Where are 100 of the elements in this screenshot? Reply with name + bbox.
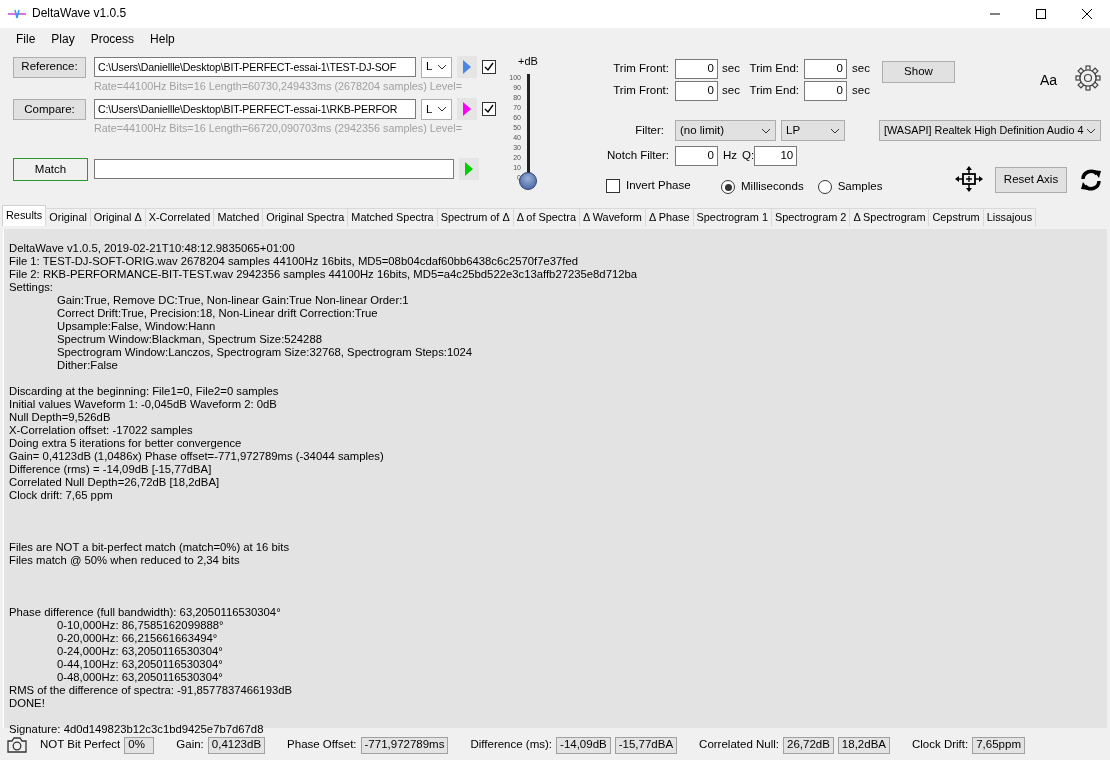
trim-label: Trim End: [748,61,800,76]
volume-thumb[interactable] [519,172,537,190]
result-line: Initial values Waveform 1: -0,045dB Waveform 2: 0dB [9,398,278,411]
status-value: -14,09dB [556,736,611,754]
trim-label: Trim Front: [612,61,670,76]
tab[interactable]: Results [2,205,47,226]
tab[interactable]: Spectrogram 1 [692,208,772,226]
checkbox[interactable] [482,60,496,74]
notch-field[interactable]: 0 [675,146,718,166]
tab[interactable]: Δ Spectrogram [849,208,930,226]
refresh-icon[interactable] [1079,167,1103,193]
file-button[interactable]: Reference: [13,56,86,78]
tab[interactable]: Spectrum of Δ [436,208,514,226]
result-line: X-Correlation offset: -17022 samples [9,424,194,437]
result-line: DeltaWave v1.0.5, 2019-02-21T10:48:12.9835065+01:00 [9,242,296,255]
unit-label: sec [852,83,870,98]
settings-icon[interactable] [1075,65,1101,91]
path-field[interactable]: C:\Users\Daniellle\Desktop\BIT-PERFECT-essai-1\RKB-PERFOR [94,99,416,120]
menu-item[interactable]: Play [43,31,83,49]
tab[interactable]: Original Δ [89,208,146,226]
trim-field[interactable]: 0 [675,80,718,101]
result-line: DONE! [9,697,46,710]
result-line: Files match @ 50% when reduced to 2,34 bits [9,554,241,567]
status-value: 26,72dB [783,736,834,754]
status-value: 18,2dBA [837,736,890,754]
maximize-icon[interactable] [1036,9,1046,19]
channel-select[interactable]: L [421,56,452,78]
radio-button[interactable] [817,180,832,194]
filter-label: Filter: [634,123,665,138]
caret-icon [437,64,447,70]
tab[interactable]: Spectrogram 2 [770,208,851,226]
reset-axis-button[interactable]: Reset Axis [995,167,1067,193]
checkbox[interactable] [482,102,496,117]
status-label: Clock Drift: [912,738,969,752]
caret-icon [1086,127,1096,134]
result-line: Upsample:False, Window:Hann [56,320,217,333]
show-button[interactable]: Show [882,61,955,83]
result-line: Signature: 4d0d149823b12c3c1bd9425e7b7d67d8 [9,723,265,736]
notch-label: Notch Filter: [606,149,670,163]
tab[interactable]: Original Spectra [262,208,349,226]
result-line: 0-44,100Hz: 63,2050116530304° [56,658,224,671]
font-button[interactable]: Aa [1040,72,1058,89]
close-icon[interactable] [1082,9,1092,19]
result-line: Gain:True, Remove DC:True, Non-linear Gain:True Non-linear Order:1 [56,294,410,307]
result-line: Discarding at the beginning: File1=0, File2=0 samples [9,385,280,398]
file-button[interactable]: Compare: [13,98,86,120]
volume-label: +dB [518,55,538,68]
match-field[interactable] [94,159,454,180]
move-icon[interactable] [954,165,984,193]
status-label: Gain: [176,738,204,752]
status-label: Correlated Null: [699,738,779,752]
play-icon[interactable] [462,101,472,118]
checkbox[interactable] [606,179,620,193]
status-value: 0,4123dB [207,736,266,754]
caret-icon [830,127,840,134]
trim-field[interactable]: 0 [675,58,718,79]
trim-label: Trim End: [748,83,800,98]
unit-label: sec [852,61,870,76]
status-value: 0% [124,736,155,754]
tab[interactable]: Matched Spectra [347,208,438,226]
radio-button[interactable] [721,180,735,194]
result-line: 0-10,000Hz: 86,7585162099888° [56,619,225,632]
result-line: 0-48,000Hz: 63,2050116530304° [56,671,224,684]
result-line: File 1: TEST-DJ-SOFT-ORIG.wav 2678204 samples 44100Hz 16bits, MD5=08b04cdaf60bb6438c6c2570f7e37fed [9,255,580,268]
tab[interactable]: Lissajous [982,208,1037,226]
filter-type-select[interactable]: LP [781,120,845,141]
app-logo-icon [8,9,26,19]
camera-icon[interactable] [6,736,28,754]
file-info: Rate=44100Hz Bits=16 Length=66720,090703ms (2942356 samples) Level= [94,122,462,135]
result-line: Difference (rms) = -14,09dB [-15,77dBA] [9,463,213,476]
filter-select[interactable]: (no limit) [675,120,776,141]
channel-select[interactable]: L [421,98,452,120]
checkbox-label: Invert Phase [626,179,691,193]
tab[interactable]: Cepstrum [928,208,984,226]
result-line: Files are NOT a bit-perfect match (match=0%) at 16 bits [9,541,291,554]
file-info: Rate=44100Hz Bits=16 Length=60730,249433ms (2678204 samples) Level= [94,80,462,93]
status-label: Phase Offset: [287,738,357,752]
tab[interactable]: Δ of Spectra [512,208,580,226]
result-line: Settings: [9,281,54,294]
radio-label: Milliseconds [741,180,804,194]
menu-item[interactable]: Help [142,31,183,49]
result-line: Dither:False [56,359,119,372]
trim-field[interactable]: 0 [804,58,847,79]
status-label: NOT Bit Perfect [40,738,121,752]
caret-icon [761,127,771,134]
result-line: Spectrogram Window:Lanczos, Spectrogram Size:32768, Spectrogram Steps:1024 [56,346,474,359]
device-select[interactable]: [WASAPI] Realtek High Definition Audio 4 [879,120,1101,141]
result-line: Spectrum Window:Blackman, Spectrum Size:524288 [56,333,323,346]
result-line: RMS of the difference of spectra: -91,8577837466193dB [9,684,294,697]
result-line: File 2: RKB-PERFORMANCE-BIT-TEST.wav 2942356 samples 44100Hz 16bits, MD5=a4c25bd522e3c13affb27235e8d712ba [9,268,639,281]
tab[interactable]: Original [45,208,91,226]
match-button[interactable]: Match [13,157,88,181]
menu-item[interactable]: Process [82,31,143,49]
status-value: -771,972789ms [360,736,449,754]
trim-field[interactable]: 0 [804,80,847,101]
play-icon[interactable] [462,59,472,75]
path-field[interactable]: C:\Users\Daniellle\Desktop\BIT-PERFECT-essai-1\TEST-DJ-SOF [94,57,416,77]
menu-item[interactable]: File [8,31,44,49]
caret-icon [437,106,447,113]
q-field[interactable]: 10 [754,146,798,166]
